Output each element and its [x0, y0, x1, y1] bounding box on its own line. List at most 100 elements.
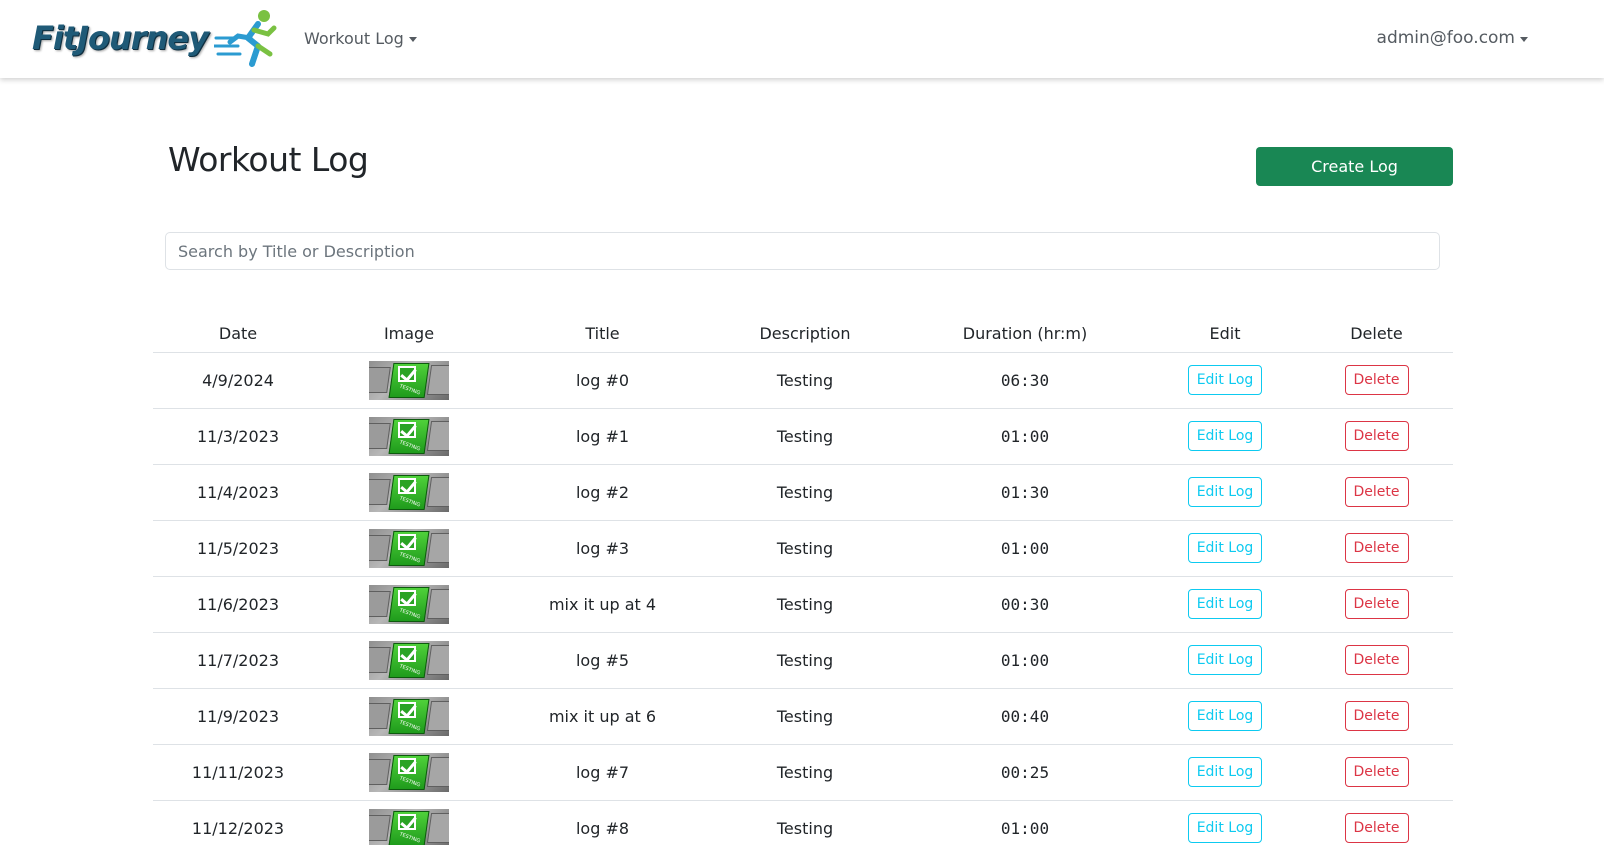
log-edit-cell: Edit Log — [1150, 520, 1300, 577]
column-header-date: Date — [153, 312, 323, 353]
log-edit-cell: Edit Log — [1150, 576, 1300, 633]
table-row: 11/9/2023 TESTING mix it up at 6 Testing 00:… — [153, 688, 1453, 745]
log-date: 11/5/2023 — [153, 520, 323, 577]
table-header-row: Date Image Title Description Duration (h… — [153, 312, 1453, 353]
log-image: TESTING — [369, 584, 449, 624]
log-description: Testing — [710, 520, 900, 577]
edit-log-button[interactable]: Edit Log — [1187, 533, 1263, 563]
log-title: log #2 — [495, 464, 710, 521]
log-title: mix it up at 4 — [495, 576, 710, 633]
checkbox-icon — [398, 365, 416, 382]
log-image-cell: TESTING — [323, 688, 495, 745]
log-title: log #3 — [495, 520, 710, 577]
delete-log-button[interactable]: Delete — [1344, 421, 1409, 451]
column-header-image: Image — [323, 312, 495, 353]
log-description: Testing — [710, 352, 900, 409]
log-duration: 01:00 — [900, 408, 1150, 465]
brand-logo[interactable]: FitJourney — [32, 8, 277, 68]
log-image: TESTING — [369, 808, 449, 845]
user-menu[interactable]: admin@foo.com — [1377, 24, 1528, 52]
log-title: log #7 — [495, 744, 710, 801]
log-image: TESTING — [369, 360, 449, 400]
delete-log-button[interactable]: Delete — [1344, 701, 1409, 731]
edit-log-button[interactable]: Edit Log — [1187, 757, 1263, 787]
log-description: Testing — [710, 688, 900, 745]
log-image-cell: TESTING — [323, 352, 495, 409]
log-description: Testing — [710, 576, 900, 633]
log-duration: 00:30 — [900, 576, 1150, 633]
user-menu-label: admin@foo.com — [1376, 28, 1515, 48]
log-edit-cell: Edit Log — [1150, 744, 1300, 801]
page-title: Workout Log — [168, 140, 369, 179]
log-title: log #8 — [495, 800, 710, 845]
log-image-cell: TESTING — [323, 408, 495, 465]
log-duration: 00:25 — [900, 744, 1150, 801]
search-input[interactable] — [165, 232, 1440, 270]
log-date: 11/3/2023 — [153, 408, 323, 465]
table-row: 11/11/2023 TESTING log #7 Testing 00:25 Edit … — [153, 744, 1453, 801]
edit-log-button[interactable]: Edit Log — [1187, 365, 1263, 395]
log-description: Testing — [710, 464, 900, 521]
log-title: log #5 — [495, 632, 710, 689]
log-date: 11/4/2023 — [153, 464, 323, 521]
workout-log-menu-label: Workout Log — [304, 28, 404, 48]
log-delete-cell: Delete — [1300, 744, 1453, 801]
checkbox-icon — [398, 701, 416, 718]
log-date: 11/12/2023 — [153, 800, 323, 845]
caret-down-icon — [1520, 36, 1528, 42]
log-duration: 00:40 — [900, 688, 1150, 745]
delete-log-button[interactable]: Delete — [1344, 589, 1409, 619]
delete-log-button[interactable]: Delete — [1344, 757, 1409, 787]
log-image: TESTING — [369, 472, 449, 512]
log-description: Testing — [710, 632, 900, 689]
log-edit-cell: Edit Log — [1150, 800, 1300, 845]
log-delete-cell: Delete — [1300, 520, 1453, 577]
checkbox-icon — [398, 757, 416, 774]
log-image-cell: TESTING — [323, 744, 495, 801]
log-image-cell: TESTING — [323, 520, 495, 577]
checkbox-icon — [398, 589, 416, 606]
edit-log-button[interactable]: Edit Log — [1187, 589, 1263, 619]
log-image-cell: TESTING — [323, 800, 495, 845]
log-delete-cell: Delete — [1300, 632, 1453, 689]
delete-log-button[interactable]: Delete — [1344, 533, 1409, 563]
edit-log-button[interactable]: Edit Log — [1187, 701, 1263, 731]
column-header-duration: Duration (hr:m) — [900, 312, 1150, 353]
edit-log-button[interactable]: Edit Log — [1187, 421, 1263, 451]
delete-log-button[interactable]: Delete — [1344, 365, 1409, 395]
log-title: mix it up at 6 — [495, 688, 710, 745]
log-description: Testing — [710, 800, 900, 845]
checkbox-icon — [398, 645, 416, 662]
log-duration: 01:00 — [900, 800, 1150, 845]
log-date: 11/11/2023 — [153, 744, 323, 801]
column-header-edit: Edit — [1150, 312, 1300, 353]
navbar: FitJourney Workout Log admin@foo.com — [0, 0, 1604, 78]
log-image-cell: TESTING — [323, 576, 495, 633]
create-log-button[interactable]: Create Log — [1256, 147, 1453, 186]
log-title: log #1 — [495, 408, 710, 465]
table-row: 11/12/2023 TESTING log #8 Testing 01:00 Edit … — [153, 800, 1453, 845]
table-row: 11/7/2023 TESTING log #5 Testing 01:00 Edit L… — [153, 632, 1453, 689]
edit-log-button[interactable]: Edit Log — [1187, 813, 1263, 843]
log-edit-cell: Edit Log — [1150, 688, 1300, 745]
log-image: TESTING — [369, 416, 449, 456]
runner-icon — [214, 10, 277, 67]
delete-log-button[interactable]: Delete — [1344, 813, 1409, 843]
delete-log-button[interactable]: Delete — [1344, 645, 1409, 675]
log-date: 11/6/2023 — [153, 576, 323, 633]
log-duration: 01:00 — [900, 632, 1150, 689]
workout-log-menu[interactable]: Workout Log — [304, 24, 417, 52]
log-delete-cell: Delete — [1300, 464, 1453, 521]
workout-log-table: Date Image Title Description Duration (h… — [153, 312, 1453, 845]
delete-log-button[interactable]: Delete — [1344, 477, 1409, 507]
column-header-delete: Delete — [1300, 312, 1453, 353]
edit-log-button[interactable]: Edit Log — [1187, 645, 1263, 675]
log-delete-cell: Delete — [1300, 576, 1453, 633]
log-date: 11/9/2023 — [153, 688, 323, 745]
table-row: 11/5/2023 TESTING log #3 Testing 01:00 Edit L… — [153, 520, 1453, 577]
log-edit-cell: Edit Log — [1150, 632, 1300, 689]
log-duration: 01:30 — [900, 464, 1150, 521]
edit-log-button[interactable]: Edit Log — [1187, 477, 1263, 507]
column-header-description: Description — [710, 312, 900, 353]
log-image: TESTING — [369, 640, 449, 680]
